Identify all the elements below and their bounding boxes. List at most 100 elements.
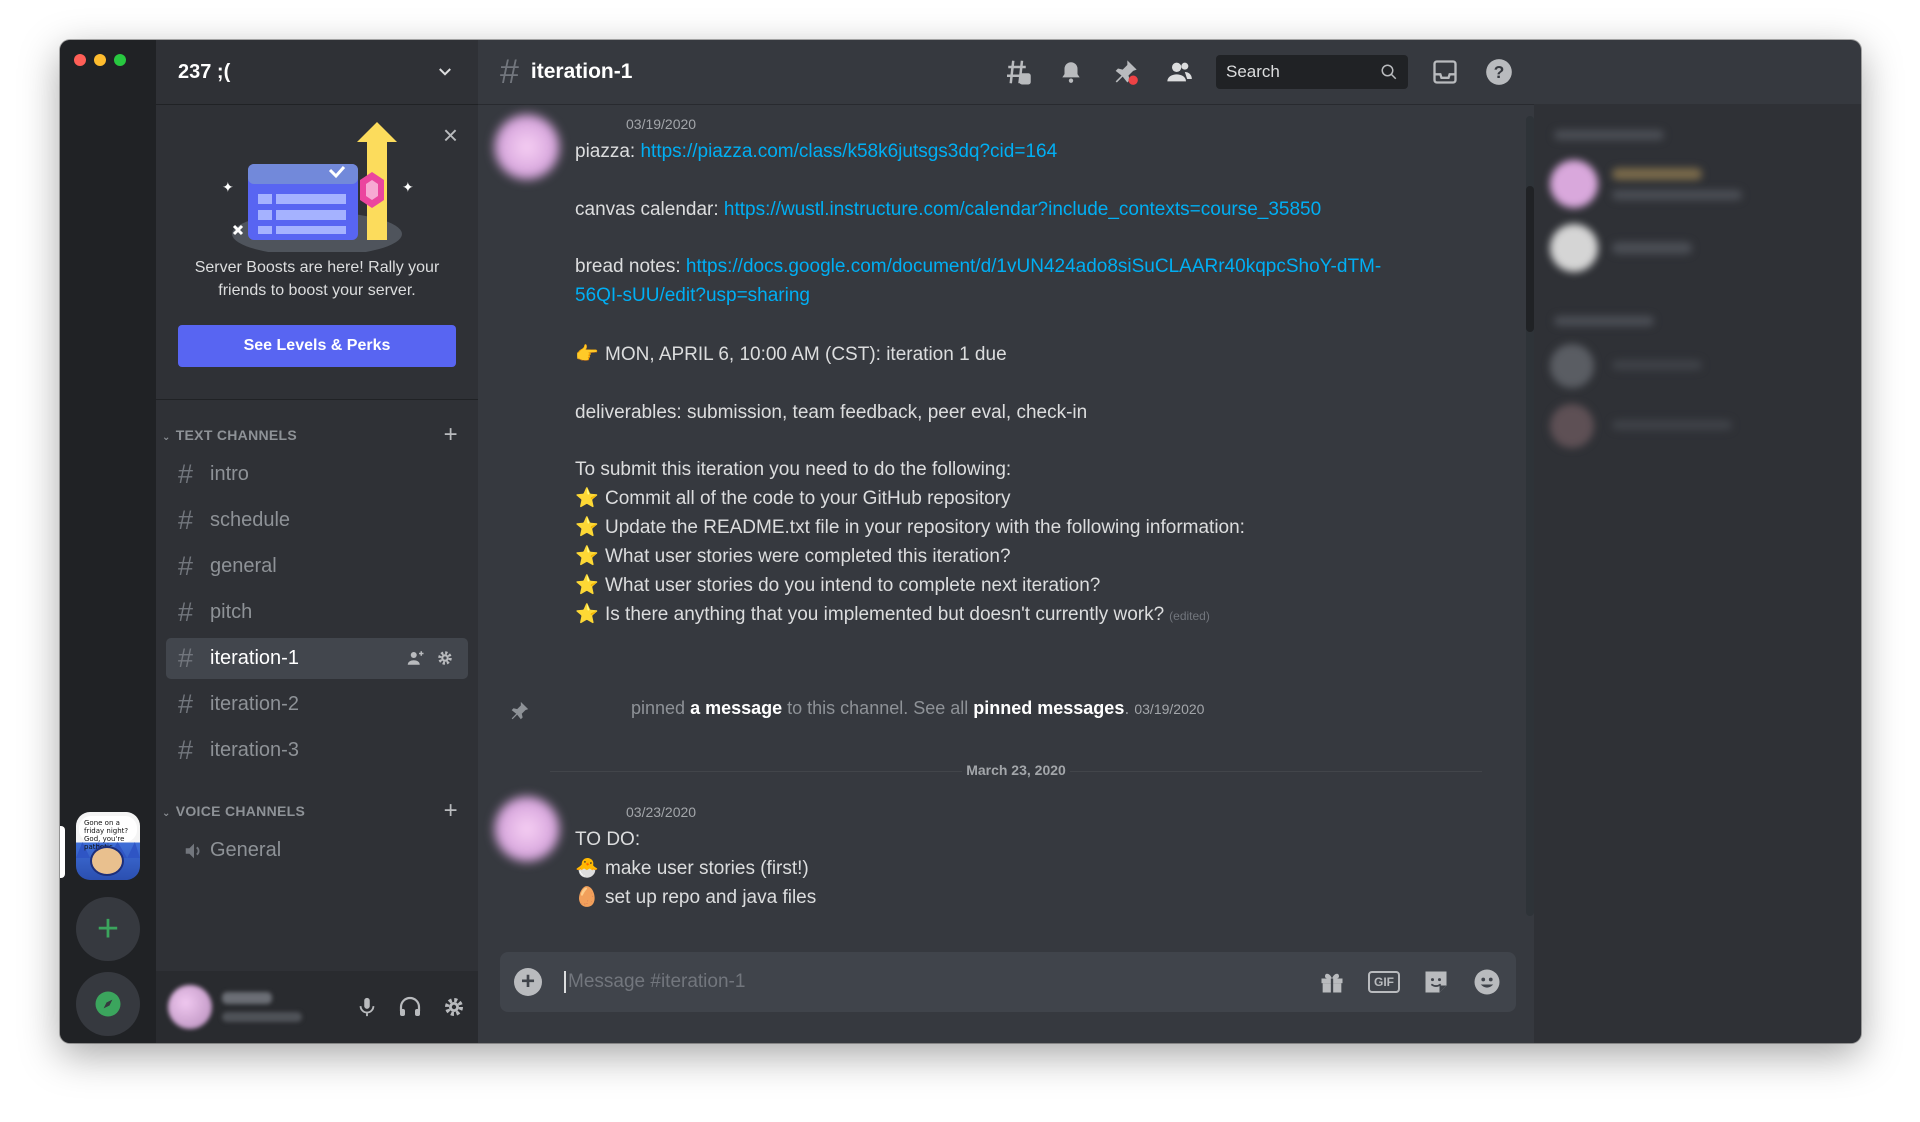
text-channels-category[interactable]: ⌄ TEXT CHANNELS + xyxy=(156,422,478,448)
voice-channel-general[interactable]: General xyxy=(166,830,468,871)
create-channel-icon[interactable]: + xyxy=(444,423,458,447)
member-name xyxy=(1612,420,1732,430)
message-line: To submit this iteration you need to do … xyxy=(575,459,1012,480)
bell-icon[interactable] xyxy=(1054,55,1088,89)
member-group-header xyxy=(1554,130,1664,140)
server-icon[interactable]: Gone on a friday night? God, you're path… xyxy=(76,812,140,880)
create-channel-icon[interactable]: + xyxy=(444,799,458,823)
sticker-icon[interactable] xyxy=(1422,968,1450,996)
member-status xyxy=(1612,190,1742,200)
pin-post: . xyxy=(1124,698,1130,718)
channel-label: general xyxy=(210,555,277,577)
hash-icon: # xyxy=(178,597,194,627)
server-name: 237 ;( xyxy=(178,60,231,83)
checklist-item: ⭐ What user stories were completed this i… xyxy=(575,542,1011,571)
discord-window: Gone on a friday night? God, you're path… xyxy=(60,40,1861,1043)
channel-item-iteration-1[interactable]: # iteration-1 xyxy=(166,638,468,679)
minimize-window-button[interactable] xyxy=(94,54,106,66)
channel-item-general[interactable]: # general xyxy=(166,546,468,587)
hash-icon: # xyxy=(500,52,519,91)
microphone-icon[interactable] xyxy=(356,995,378,1019)
gear-icon[interactable] xyxy=(436,649,454,667)
inbox-icon[interactable] xyxy=(1428,55,1462,89)
voice-channel-label: General xyxy=(210,839,282,861)
invite-icon[interactable] xyxy=(406,649,426,667)
add-attachment-button[interactable]: + xyxy=(514,968,542,996)
hash-icon: # xyxy=(178,505,194,535)
close-icon[interactable]: × xyxy=(443,122,458,148)
emoji-icon[interactable] xyxy=(1472,967,1502,997)
canvas-label: canvas calendar: xyxy=(575,199,724,220)
threads-icon[interactable] xyxy=(1000,55,1034,89)
hash-icon: # xyxy=(178,689,194,719)
member-avatar[interactable] xyxy=(1550,224,1598,272)
star-icon: ⭐ xyxy=(575,517,599,538)
channel-item-iteration-2[interactable]: # iteration-2 xyxy=(166,684,468,725)
star-icon: ⭐ xyxy=(575,546,599,567)
message-input[interactable] xyxy=(564,971,1318,993)
pinned-message-link[interactable]: a message xyxy=(690,698,782,718)
gear-icon[interactable] xyxy=(442,995,466,1019)
zoom-window-button[interactable] xyxy=(114,54,126,66)
channel-item-intro[interactable]: # intro xyxy=(166,454,468,495)
boost-banner: × ✦ ✦ Server Boosts are here! Rally your… xyxy=(156,104,478,400)
hash-icon: # xyxy=(178,643,194,673)
voice-channels-category[interactable]: ⌄ VOICE CHANNELS + xyxy=(156,798,478,824)
explore-servers-button[interactable] xyxy=(76,972,140,1036)
piazza-link[interactable]: https://piazza.com/class/k58k6jutsgs3dq?… xyxy=(640,141,1057,162)
channel-label: schedule xyxy=(210,509,291,531)
pinned-messages-link[interactable]: pinned messages xyxy=(973,698,1124,718)
help-icon[interactable]: ? xyxy=(1482,55,1516,89)
todo-item: 🐣 make user stories (first!) xyxy=(575,854,809,883)
pointing-hand-icon: 👉 xyxy=(575,344,599,365)
checklist-text: What user stories were completed this it… xyxy=(605,546,1011,567)
bread-notes-link[interactable]: https://docs.google.com/document/d/1vUN4… xyxy=(686,256,1381,277)
todo-text: make user stories (first!) xyxy=(605,858,809,879)
see-levels-perks-button[interactable]: See Levels & Perks xyxy=(178,325,456,367)
channel-item-schedule[interactable]: # schedule xyxy=(166,500,468,541)
headphones-icon[interactable] xyxy=(398,995,422,1019)
search-input[interactable]: Search xyxy=(1216,55,1408,89)
canvas-link[interactable]: https://wustl.instructure.com/calendar?i… xyxy=(724,199,1321,220)
user-avatar[interactable] xyxy=(168,985,212,1029)
piazza-label: piazza: xyxy=(575,141,641,162)
server-icon-caption: Gone on a friday night? God, you're path… xyxy=(79,816,137,851)
scrollbar[interactable] xyxy=(1526,116,1534,916)
checklist-item: ⭐ What user stories do you intend to comp… xyxy=(575,571,1100,600)
channel-item-iteration-3[interactable]: # iteration-3 xyxy=(166,730,468,771)
member-avatar[interactable] xyxy=(1550,160,1598,208)
close-window-button[interactable] xyxy=(74,54,86,66)
header-toolbar: Search ? xyxy=(1000,40,1534,104)
chat-area: # iteration-1 Search ? 03/19/2020 piazza… xyxy=(478,40,1534,1043)
chevron-down-icon: ⌄ xyxy=(162,432,171,443)
message-list: 03/19/2020 piazza: https://piazza.com/cl… xyxy=(478,104,1518,914)
member-avatar[interactable] xyxy=(1550,344,1594,388)
message-line: deliverables: submission, team feedback,… xyxy=(575,402,1088,423)
channel-item-pitch[interactable]: # pitch xyxy=(166,592,468,633)
egg-icon: 🥚 xyxy=(575,887,599,908)
gif-icon[interactable]: GIF xyxy=(1368,971,1400,993)
pin-icon xyxy=(508,700,530,727)
server-header[interactable]: 237 ;( xyxy=(156,40,478,104)
members-icon[interactable] xyxy=(1162,55,1196,89)
chevron-down-icon: ⌄ xyxy=(162,808,171,819)
author-avatar-redacted[interactable] xyxy=(494,114,560,180)
member-name xyxy=(1612,168,1702,180)
scrollbar-thumb[interactable] xyxy=(1526,186,1534,332)
svg-text:✦: ✦ xyxy=(402,179,414,195)
pin-mid: to this channel. See all xyxy=(782,698,974,718)
add-server-button[interactable]: + xyxy=(76,897,140,961)
date-divider: March 23, 2020 xyxy=(478,762,1518,780)
member-group-header xyxy=(1554,316,1654,326)
gift-icon[interactable] xyxy=(1318,968,1346,996)
bread-notes-link-cont[interactable]: 56QI-sUU/edit?usp=sharing xyxy=(575,285,810,306)
author-avatar-redacted[interactable] xyxy=(494,796,560,862)
pin-icon[interactable] xyxy=(1108,55,1142,89)
channel-list: # intro # schedule # general # pitch # iteration-… xyxy=(156,454,478,771)
hatching-chick-icon: 🐣 xyxy=(575,858,599,879)
channel-label: iteration-1 xyxy=(210,647,299,669)
user-panel xyxy=(156,971,478,1043)
member-avatar[interactable] xyxy=(1550,404,1594,448)
todo-item: 🥚rough skeleton of UI xyxy=(575,912,775,914)
egg-icon: 🥚 xyxy=(575,912,599,914)
